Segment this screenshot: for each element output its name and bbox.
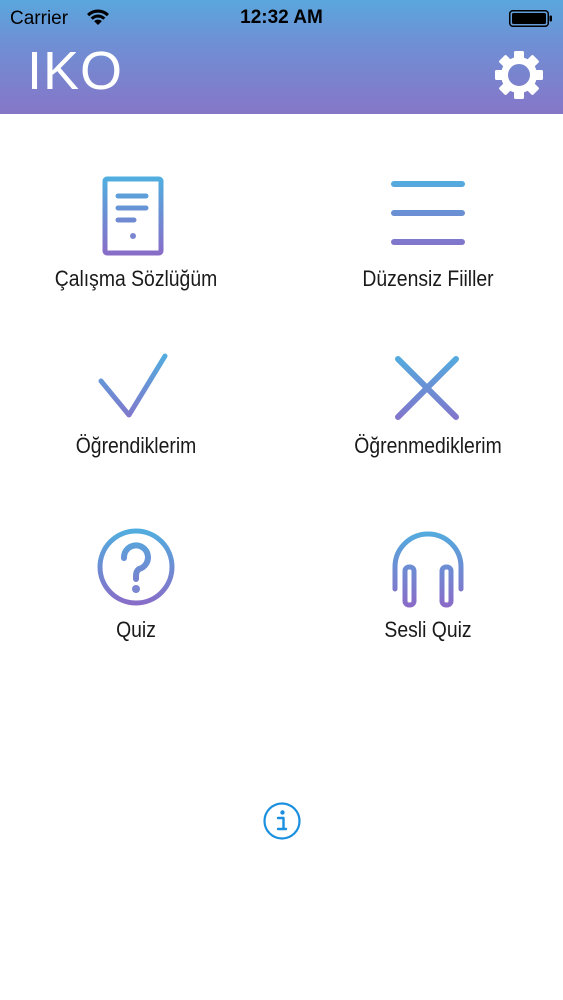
document-icon	[102, 176, 164, 256]
menu-item-study-dictionary[interactable]: Çalışma Sözlüğüm	[6, 176, 266, 292]
navigation-header: Carrier 12:32 AM IKO	[0, 0, 563, 114]
headphones-icon	[392, 531, 464, 608]
menu-item-label: Öğrenmediklerim	[354, 433, 502, 458]
status-time: 12:32 AM	[240, 7, 323, 28]
menu-item-quiz[interactable]: Quiz	[6, 527, 266, 643]
menu-item-label: Quiz	[116, 617, 156, 642]
menu-item-label: Çalışma Sözlüğüm	[54, 266, 218, 291]
status-bar: Carrier 12:32 AM	[0, 0, 563, 36]
menu-item-learned[interactable]: Öğrendiklerim	[6, 351, 266, 459]
menu-item-label: Düzensiz Fiiller	[362, 266, 494, 291]
list-icon	[391, 181, 465, 245]
checkmark-icon	[98, 353, 168, 418]
menu-item-audio-quiz[interactable]: Sesli Quiz	[298, 527, 558, 643]
menu-item-label: Sesli Quiz	[384, 617, 472, 642]
menu-item-not-learned[interactable]: Öğrenmediklerim	[298, 351, 558, 459]
menu-item-label: Öğrendiklerim	[75, 433, 197, 458]
info-icon[interactable]	[262, 801, 302, 841]
app-title: IKO	[27, 41, 124, 101]
question-icon	[97, 528, 175, 606]
menu-item-irregular-verbs[interactable]: Düzensiz Fiiller	[298, 176, 558, 292]
battery-icon	[509, 10, 552, 27]
cross-icon	[395, 356, 459, 420]
gear-icon[interactable]	[494, 50, 544, 100]
